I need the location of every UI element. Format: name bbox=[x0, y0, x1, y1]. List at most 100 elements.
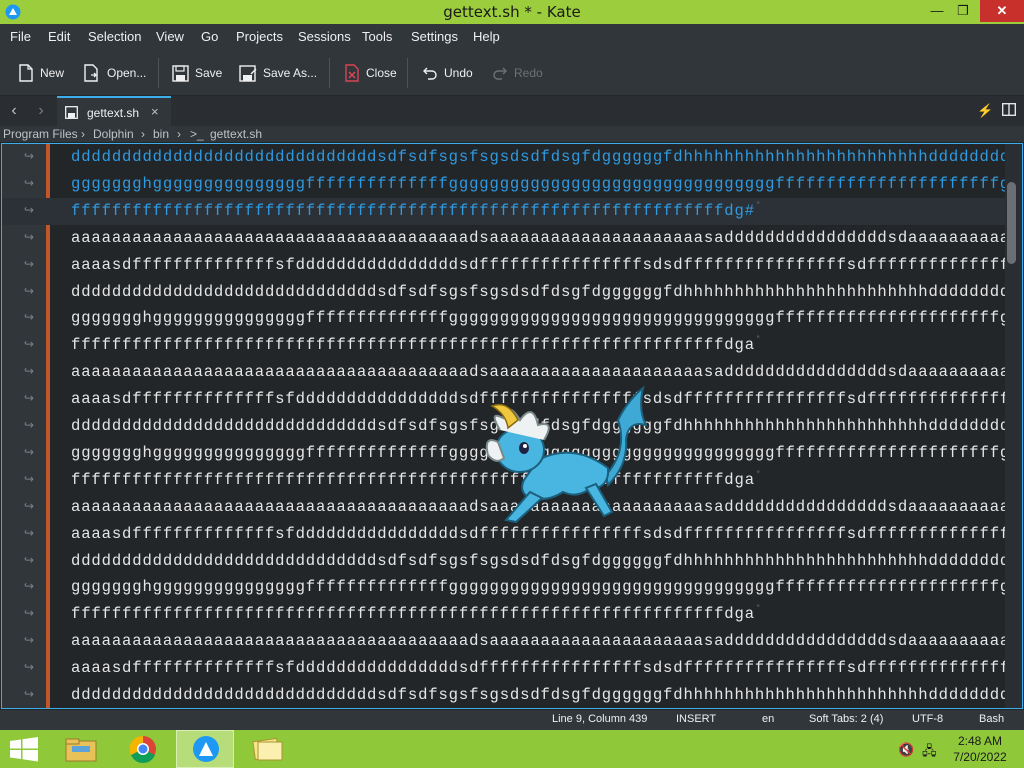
menu-file[interactable]: File bbox=[10, 29, 31, 44]
editor-line[interactable]: ↪ ggggggghgggggggggggggggffffffffffffffgg… bbox=[2, 305, 1022, 332]
toolbar-separator bbox=[158, 58, 159, 88]
volume-muted-icon[interactable]: 🔇 bbox=[898, 742, 914, 758]
back-arrow-icon[interactable]: ‹ bbox=[5, 102, 23, 120]
new-button-label: New bbox=[40, 66, 65, 80]
code-text[interactable]: ddddddddddddddddddddddddddddddsdfsdfsgsf… bbox=[71, 686, 1023, 704]
code-text-content: ddddddddddddddddddddddddddddddsdfsdfsgsf… bbox=[71, 282, 1023, 301]
code-text[interactable]: aaaaaaaaaaaaaaaaaaaaaaaaaaaaaaaaaaaaaaad… bbox=[71, 229, 1020, 247]
code-text[interactable]: aaaaaaaaaaaaaaaaaaaaaaaaaaaaaaaaaaaaaaad… bbox=[71, 363, 1020, 381]
code-text-content: ddddddddddddddddddddddddddddddsdfsdfsgsf… bbox=[71, 686, 1023, 704]
status-bar: Line 9, Column 439 INSERT en Soft Tabs: … bbox=[0, 710, 1024, 730]
save-as-button-label: Save As... bbox=[263, 66, 318, 80]
breadcrumb-item-file[interactable]: gettext.sh bbox=[210, 127, 262, 141]
editor-line[interactable]: ↪ fffffffffffffffffffffffffffffffffffffff… bbox=[2, 601, 1005, 628]
editor-line[interactable]: ↪ fffffffffffffffffffffffffffffffffffffff… bbox=[2, 332, 1005, 359]
input-mode[interactable]: INSERT bbox=[676, 713, 716, 725]
redo-button[interactable]: Redo bbox=[492, 62, 543, 84]
terminal-file-icon: >_ bbox=[190, 127, 204, 141]
editor-line[interactable]: ↪ ddddddddddddddddddddddddddddddsdfsdfsgs… bbox=[2, 279, 1022, 306]
editor-line[interactable]: ↪ aaaaaaaaaaaaaaaaaaaaaaaaaaaaaaaaaaaaaaa… bbox=[2, 628, 1019, 655]
save-as-button[interactable]: Save As... bbox=[239, 62, 317, 84]
redo-button-label: Redo bbox=[514, 66, 543, 80]
editor-line[interactable]: ↪ ggggggghgggggggggggggggffffffffffffffgg… bbox=[2, 171, 1022, 198]
breadcrumb-separator: › bbox=[141, 127, 145, 141]
menu-go[interactable]: Go bbox=[201, 29, 218, 44]
close-window-button[interactable]: ✕ bbox=[980, 0, 1024, 22]
code-text-content: ggggggghgggggggggggggggffffffffffffffggg… bbox=[71, 309, 1023, 328]
split-view-icon[interactable] bbox=[1002, 103, 1016, 119]
tab-close-icon[interactable]: × bbox=[151, 104, 159, 119]
code-text[interactable]: ddddddddddddddddddddddddddddddsdfsdfsgsf… bbox=[71, 552, 1022, 570]
code-text[interactable]: ddddddddddddddddddddddddddddddsdfsdfsgsf… bbox=[71, 148, 1022, 166]
end-of-line-marker: ˚ bbox=[754, 605, 763, 618]
forward-arrow-icon[interactable]: › bbox=[32, 102, 50, 120]
save-icon bbox=[172, 64, 189, 82]
undo-button[interactable]: Undo bbox=[422, 62, 473, 84]
syntax-mode[interactable]: Bash bbox=[979, 713, 1004, 725]
code-text[interactable]: ffffffffffffffffffffffffffffffffffffffff… bbox=[71, 605, 762, 623]
file-encoding[interactable]: UTF-8 bbox=[912, 713, 943, 725]
editor-line[interactable]: ↪ aaaaaaaaaaaaaaaaaaaaaaaaaaaaaaaaaaaaaaa… bbox=[2, 225, 1019, 252]
code-text[interactable]: ggggggghgggggggggggggggffffffffffffffggg… bbox=[71, 578, 1022, 596]
save-button-label: Save bbox=[195, 66, 223, 80]
open-button[interactable]: Open... bbox=[83, 62, 146, 84]
menu-edit[interactable]: Edit bbox=[48, 29, 70, 44]
toolbar-separator bbox=[407, 58, 408, 88]
code-text[interactable]: ffffffffffffffffffffffffffffffffffffffff… bbox=[71, 336, 762, 354]
code-text[interactable]: ggggggghgggggggggggggggffffffffffffffggg… bbox=[71, 175, 1022, 193]
main-toolbar: New Open... Save Save As... Close Undo R… bbox=[0, 48, 1024, 96]
open-button-label: Open... bbox=[107, 66, 147, 80]
start-button[interactable] bbox=[0, 730, 58, 768]
menu-help[interactable]: Help bbox=[473, 29, 500, 44]
new-button[interactable]: New bbox=[18, 62, 64, 84]
code-text-content: aaaaaaaaaaaaaaaaaaaaaaaaaaaaaaaaaaaaaaad… bbox=[71, 228, 1021, 247]
code-text[interactable]: ffffffffffffffffffffffffffffffffffffffff… bbox=[71, 471, 762, 489]
save-button[interactable]: Save bbox=[172, 62, 222, 84]
editor-line[interactable]: ↪ ddddddddddddddddddddddddddddddsdfsdfsgs… bbox=[2, 682, 1022, 708]
wrap-indicator-icon: ↪ bbox=[24, 364, 35, 379]
close-document-button[interactable]: Close bbox=[344, 62, 397, 84]
editor-line[interactable]: ↪ ddddddddddddddddddddddddddddddsdfsdfsgs… bbox=[2, 144, 1022, 171]
wrap-indicator-icon: ↪ bbox=[24, 444, 35, 459]
clock[interactable]: 2:48 AM 7/20/2022 bbox=[940, 733, 1020, 765]
editor-line[interactable]: ↪ fffffffffffffffffffffffffffffffffffffff… bbox=[2, 197, 1005, 225]
menu-selection[interactable]: Selection bbox=[88, 29, 141, 44]
window-title: gettext.sh * - Kate bbox=[443, 3, 581, 21]
editor-line[interactable]: ↪ aaaasdffffffffffffffsfdddddddddddddddds… bbox=[2, 655, 1022, 682]
wrap-indicator-icon: ↪ bbox=[24, 283, 35, 298]
clock-time: 2:48 AM bbox=[957, 734, 1003, 748]
editor-line[interactable]: ↪ aaaasdffffffffffffffsfdddddddddddddddds… bbox=[2, 252, 1022, 279]
code-text[interactable]: aaaasdffffffffffffffsfddddddddddddddddsd… bbox=[71, 659, 1022, 677]
menu-view[interactable]: View bbox=[156, 29, 184, 44]
menu-tools[interactable]: Tools bbox=[362, 29, 392, 44]
code-text[interactable]: ggggggghgggggggggggggggffffffffffffffggg… bbox=[71, 309, 1023, 328]
indentation-settings[interactable]: Soft Tabs: 2 (4) bbox=[809, 713, 883, 725]
quick-open-icon[interactable]: ⚡ bbox=[977, 103, 993, 119]
menu-settings[interactable]: Settings bbox=[411, 29, 458, 44]
network-icon[interactable]: 🖧 bbox=[922, 742, 937, 764]
maximize-button[interactable]: ❐ bbox=[948, 0, 978, 22]
code-text-content: ffffffffffffffffffffffffffffffffffffffff… bbox=[71, 336, 755, 355]
code-text[interactable]: aaaaaaaaaaaaaaaaaaaaaaaaaaaaaaaaaaaaaaad… bbox=[71, 632, 1020, 650]
code-text[interactable]: ffffffffffffffffffffffffffffffffffffffff… bbox=[71, 202, 762, 220]
kate-taskbar-icon[interactable] bbox=[176, 730, 234, 768]
code-text[interactable]: aaaasdffffffffffffffsfddddddddddddddddsd… bbox=[71, 256, 1022, 274]
notes-taskbar-icon[interactable] bbox=[238, 730, 296, 768]
cursor-position[interactable]: Line 9, Column 439 bbox=[552, 713, 647, 725]
code-text[interactable]: ddddddddddddddddddddddddddddddsdfsdfsgsf… bbox=[71, 282, 1023, 301]
wrap-indicator-icon: ↪ bbox=[24, 471, 35, 486]
editor-line[interactable]: ↪ ggggggghgggggggggggggggffffffffffffffgg… bbox=[2, 574, 1022, 601]
chrome-taskbar-icon[interactable] bbox=[114, 730, 172, 768]
scrollbar-thumb[interactable] bbox=[1007, 182, 1016, 264]
dictionary-language[interactable]: en bbox=[762, 713, 774, 725]
menu-sessions[interactable]: Sessions bbox=[298, 29, 351, 44]
tab-gettext-sh[interactable]: gettext.sh × bbox=[57, 96, 171, 126]
breadcrumb-separator: › bbox=[177, 127, 181, 141]
wrap-indicator-icon: ↪ bbox=[24, 579, 35, 594]
menu-projects[interactable]: Projects bbox=[236, 29, 283, 44]
breadcrumb-item-program-files[interactable]: Program Files bbox=[3, 127, 78, 141]
breadcrumb-item-bin[interactable]: bin bbox=[153, 127, 169, 141]
editor-line[interactable]: ↪ ddddddddddddddddddddddddddddddsdfsdfsgs… bbox=[2, 548, 1022, 575]
breadcrumb-item-dolphin[interactable]: Dolphin bbox=[93, 127, 134, 141]
file-explorer-taskbar-icon[interactable] bbox=[52, 730, 110, 768]
